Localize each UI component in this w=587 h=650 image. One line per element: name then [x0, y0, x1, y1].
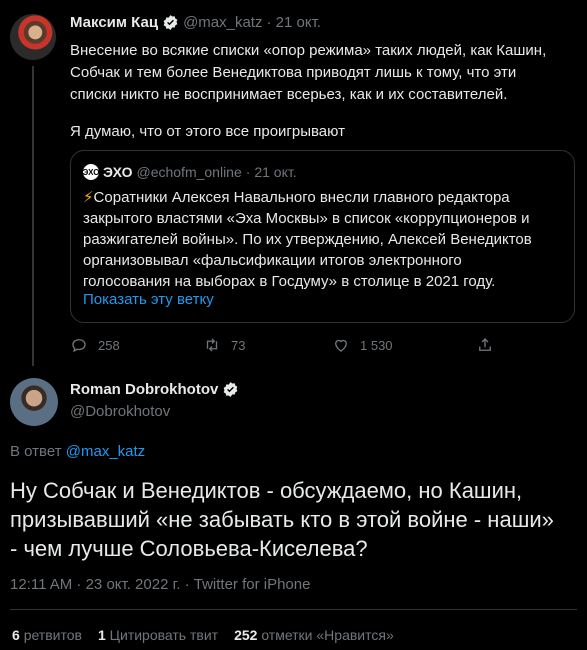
quoted-author-name: ЭХО	[103, 164, 133, 180]
tweet-meta[interactable]: 12:11 AM · 23 окт. 2022 г. · Twitter for…	[10, 576, 310, 593]
reply-count: 258	[98, 337, 120, 353]
likes-count: 252	[234, 627, 258, 643]
quoted-tweet[interactable]: ЭХО ЭХО @echofm_online · 21 окт. ⚡Соратн…	[70, 150, 575, 323]
retweets-label: ретвитов	[23, 627, 82, 643]
echo-logo-icon: ЭХО	[83, 164, 99, 180]
author-handle[interactable]: @Dobrokhotov	[70, 403, 170, 420]
heart-icon	[335, 339, 347, 352]
verified-badge-icon	[223, 382, 238, 397]
reply-prefix: В ответ	[10, 443, 62, 460]
tweet-text: Внесение во всякие списки «опор режима» …	[70, 40, 575, 143]
like-count: 1 530	[360, 337, 393, 353]
share-button[interactable]	[476, 336, 494, 354]
retweet-icon	[206, 338, 218, 352]
tweet-stats: 6 ретвитов 1 Цитировать твит 252 отметки…	[12, 627, 394, 643]
divider	[10, 609, 577, 610]
quoted-tweet-body: Соратники Алексея Навального внесли глав…	[83, 189, 532, 290]
quoted-tweet-header: ЭХО ЭХО @echofm_online · 21 окт.	[83, 164, 297, 180]
tweet-focused: Roman Dobrokhotov @Dobrokhotov В ответ @…	[0, 362, 587, 650]
share-icon	[479, 338, 491, 351]
reply-context: В ответ @max_katz	[10, 443, 145, 460]
likes-label: отметки «Нравится»	[261, 627, 394, 643]
quoted-tweet-date: · 21 окт.	[245, 164, 297, 180]
author-name[interactable]: Максим Кац	[70, 14, 158, 31]
author-name-row: Roman Dobrokhotov	[70, 381, 239, 398]
retweets-count: 6	[12, 627, 20, 643]
tweet-text: Ну Собчак и Венедиктов - обсуждаемо, но …	[10, 478, 554, 561]
avatar[interactable]	[10, 378, 58, 426]
author-name[interactable]: Roman Dobrokhotov	[70, 381, 218, 398]
reply-to-link[interactable]: @max_katz	[66, 443, 145, 460]
show-thread-link[interactable]: Показать эту ветку	[83, 291, 214, 308]
quotes-label: Цитировать твит	[109, 627, 219, 643]
retweet-count: 73	[231, 337, 246, 353]
retweet-button[interactable]: 73	[203, 336, 245, 354]
tweet-paragraph: Я думаю, что от этого все проигрывают	[70, 123, 345, 140]
tweet-date[interactable]: · 21 окт.	[266, 14, 320, 31]
reply-button[interactable]: 258	[70, 336, 120, 354]
tweet-actions: 258 73 1 530	[70, 336, 510, 356]
tweet-header: Максим Кац @max_katz · 21 окт.	[70, 14, 321, 31]
verified-badge-icon	[163, 15, 178, 30]
tweet-parent[interactable]: Максим Кац @max_katz · 21 окт. Внесение …	[0, 0, 587, 366]
lightning-emoji: ⚡	[83, 189, 94, 206]
reply-icon	[72, 339, 86, 353]
quoted-author-handle: @echofm_online	[136, 164, 242, 180]
avatar[interactable]	[10, 14, 56, 60]
quotes-count: 1	[97, 627, 106, 643]
quoted-tweet-text: ⚡Соратники Алексея Навального внесли гла…	[83, 187, 563, 292]
like-button[interactable]: 1 530	[332, 336, 393, 354]
tweet-paragraph: Внесение во всякие списки «опор режима» …	[70, 42, 547, 103]
retweets-stat[interactable]: 6 ретвитов	[12, 627, 82, 643]
quotes-stat[interactable]: 1 Цитировать твит	[98, 627, 218, 643]
likes-stat[interactable]: 252 отметки «Нравится»	[234, 627, 394, 643]
thread-connector	[32, 66, 34, 366]
author-handle[interactable]: @max_katz	[183, 14, 262, 31]
